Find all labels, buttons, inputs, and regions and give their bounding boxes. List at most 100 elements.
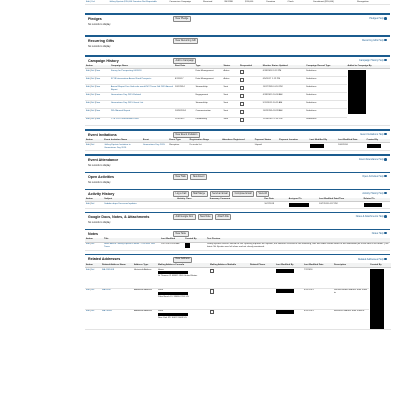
- help-icon: [384, 58, 387, 62]
- del-link[interactable]: Del: [91, 289, 94, 291]
- campaign-name-link[interactable]: Survey for Prospecting 06/2018: [109, 68, 174, 78]
- address-type-cell: Historical Address: [133, 267, 157, 289]
- add-to-campaign-button[interactable]: Add to Campaign: [173, 58, 197, 64]
- campaign-help-link[interactable]: Campaign History Help: [359, 59, 387, 63]
- notes-section: Notes New Note Notes Help Action Title L…: [85, 228, 390, 252]
- new-address-button[interactable]: New Address: [173, 256, 193, 263]
- edit-link[interactable]: Edit: [86, 310, 90, 312]
- activity-title: Activity History: [88, 191, 115, 196]
- invitation-name-link[interactable]: Jeffrey Epstein Invitation to Generation…: [103, 142, 142, 151]
- notes-help-link[interactable]: Notes Help: [372, 232, 387, 236]
- del-link[interactable]: Del: [91, 243, 94, 245]
- new-event-button[interactable]: New Event: [190, 174, 207, 181]
- event-link[interactable]: Generations Day 2015: [141, 142, 169, 151]
- table-row: Edit|Del|View FY18 Intervention Annual F…: [85, 76, 390, 86]
- responded-cell: [239, 108, 262, 118]
- campaign-name-link[interactable]: Generations Day 2015 Related: [109, 92, 174, 102]
- activity-help-link[interactable]: Activity History Help: [362, 192, 387, 196]
- edit-link[interactable]: Edit: [86, 102, 90, 104]
- address-name-link[interactable]: RA-1161008: [101, 267, 133, 289]
- edit-link[interactable]: Edit: [86, 70, 90, 72]
- compose-email-button[interactable]: Compose Email: [232, 191, 255, 197]
- recurring-help-link[interactable]: Recurring Gifts Help: [362, 39, 387, 43]
- new-note-button[interactable]: New Note: [197, 214, 214, 221]
- del-link[interactable]: Del: [91, 203, 94, 205]
- view-link[interactable]: View: [95, 94, 100, 96]
- related-help-link[interactable]: Related Addresses Help: [358, 258, 387, 262]
- edit-link[interactable]: Edit: [86, 78, 90, 80]
- del-link[interactable]: Del: [91, 269, 94, 271]
- log-call-button[interactable]: Log a Call: [173, 191, 189, 197]
- del-link[interactable]: Del: [91, 94, 94, 96]
- google-help-link[interactable]: Notes & Attachments Help: [356, 215, 387, 219]
- view-link[interactable]: View: [95, 78, 100, 80]
- address-name-link[interactable]: RA-0000: [101, 288, 133, 310]
- edit-link[interactable]: Edit: [86, 86, 90, 88]
- event-inv-help-link[interactable]: Event Invitations Help: [360, 133, 387, 137]
- edit-link[interactable]: Edit | Del: [86, 1, 95, 3]
- note-title-link[interactable]: News Article: Jeffrey Epstein's death - …: [103, 242, 160, 252]
- campaign-name-link[interactable]: 2014 Annual Report: [109, 108, 174, 118]
- edit-link[interactable]: Edit: [86, 94, 90, 96]
- pledges-help-link[interactable]: Pledges Help: [369, 17, 387, 21]
- del-link[interactable]: Del: [91, 118, 94, 120]
- edit-link[interactable]: Edit: [86, 269, 90, 271]
- activity-class-cell: [176, 201, 209, 209]
- send-email-button[interactable]: Send an Email: [209, 191, 231, 197]
- status-cell: Sent: [222, 108, 240, 118]
- payment-status-cell: Unpaid: [253, 142, 279, 151]
- record-type-cell: Salesforce: [305, 92, 347, 102]
- view-link[interactable]: View: [95, 86, 100, 88]
- modified-cell: 10/7/2019 4:37 PM: [318, 201, 363, 209]
- record-type-cell: Salesforce: [305, 68, 347, 78]
- responded-cell: [239, 117, 262, 126]
- type-cell: Donation: [265, 0, 287, 5]
- help-icon: [384, 214, 387, 218]
- campaign-name-link[interactable]: FY18 Intervention Annual Fund Prospects: [109, 76, 174, 86]
- open-act-title: Open Activities: [88, 174, 115, 179]
- del-link[interactable]: Del: [91, 102, 94, 104]
- google-docs-section: Google Docs, Notes, & Attachments Add Go…: [85, 211, 390, 226]
- record-link[interactable]: Jeffrey Epstein $15,000 Donation Not Rep…: [108, 0, 169, 5]
- open-act-help-link[interactable]: Open Activities Help: [362, 175, 387, 179]
- new-task-button[interactable]: New Task: [173, 174, 189, 181]
- type-cell: Stewardship: [194, 100, 223, 110]
- del-link[interactable]: Del: [91, 78, 94, 80]
- new-pledge-button[interactable]: New Pledge: [173, 16, 191, 23]
- start-date-cell: [173, 92, 195, 102]
- view-link[interactable]: View: [95, 70, 100, 72]
- del-link[interactable]: Del: [91, 110, 94, 112]
- view-all-button[interactable]: View All: [256, 191, 270, 197]
- del-link[interactable]: Del: [91, 310, 94, 312]
- edit-link[interactable]: Edit: [86, 203, 90, 205]
- event-att-help-link[interactable]: Event Attendance Help: [359, 158, 387, 162]
- redaction-block: [288, 202, 309, 207]
- view-link[interactable]: View: [95, 118, 100, 120]
- attach-file-button[interactable]: Attach File: [215, 214, 232, 221]
- del-link[interactable]: Del: [91, 70, 94, 72]
- new-event-invitation-button[interactable]: New Event Invitation: [173, 132, 200, 138]
- edit-link[interactable]: Edit: [86, 110, 90, 112]
- mail-merge-button[interactable]: Mail Merge: [190, 191, 208, 197]
- edit-link[interactable]: Edit: [86, 243, 90, 245]
- activity-subject-link[interactable]: Sudden drops Deceased updates: [103, 201, 177, 209]
- edit-link[interactable]: Edit: [86, 144, 90, 146]
- edit-link[interactable]: Edit: [86, 289, 90, 291]
- status-cell: Active: [222, 76, 240, 86]
- del-link[interactable]: Del: [91, 86, 94, 88]
- campaign-name-link[interactable]: Annual Report Don Gala who would NOT hav…: [109, 84, 174, 94]
- del-link[interactable]: Del: [91, 144, 94, 146]
- notes-table: Action Title Last Modified Created By Te…: [85, 237, 390, 252]
- address-name-link[interactable]: RA-78894: [101, 309, 133, 331]
- edit-link[interactable]: Edit: [86, 118, 90, 120]
- checkbox-icon: [210, 268, 215, 273]
- campaign-name-link[interactable]: CYE 2012 Intervention Fund: [109, 117, 174, 126]
- campaign-name-link[interactable]: Generations Day 2015 Guest List: [109, 100, 174, 110]
- new-note-button[interactable]: New Note: [173, 231, 189, 238]
- view-link[interactable]: View: [95, 102, 100, 104]
- view-link[interactable]: View: [95, 110, 100, 112]
- new-recurring-gift-button[interactable]: New Recurring Gift: [173, 38, 199, 45]
- add-google-doc-button[interactable]: Add Google Doc: [173, 214, 196, 221]
- status-cell: Active: [222, 68, 240, 78]
- table-row: Edit|Del News Article: Jeffrey Epstein's…: [85, 242, 390, 252]
